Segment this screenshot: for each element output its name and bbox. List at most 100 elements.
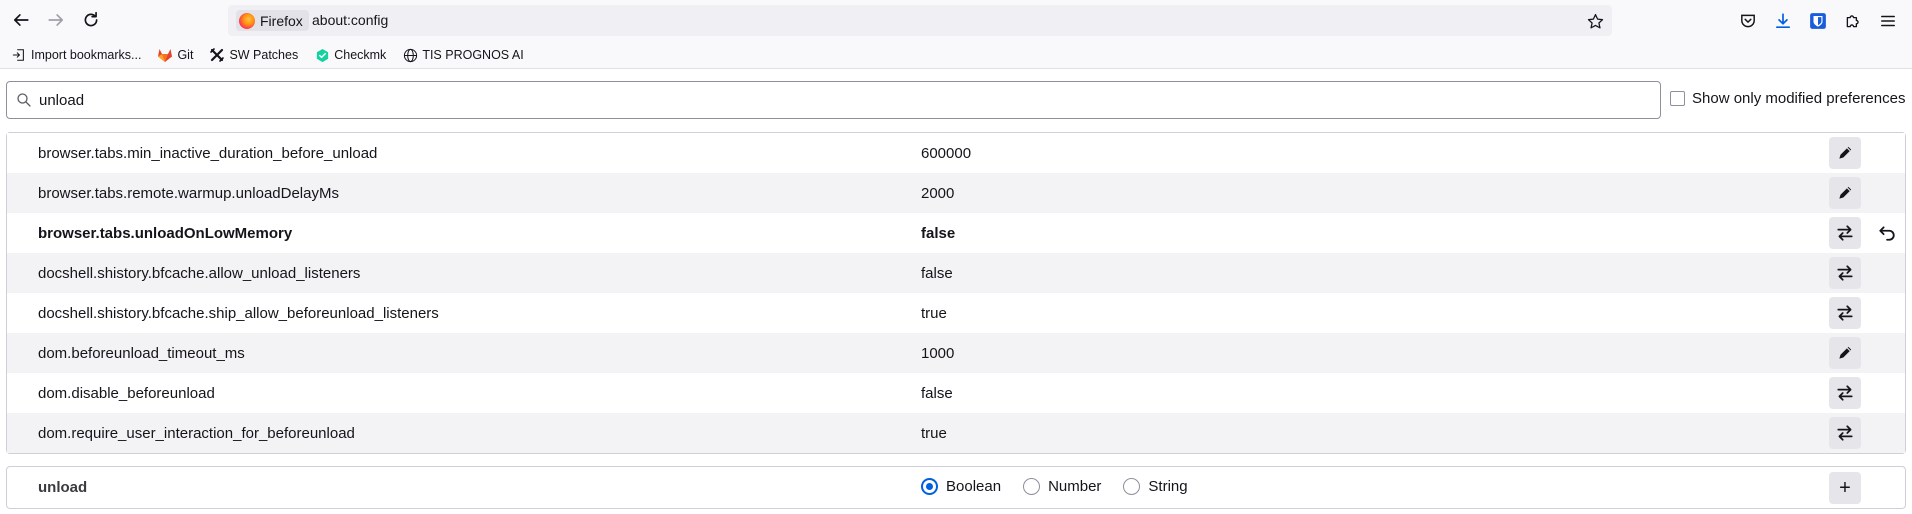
pref-value: true: [921, 304, 947, 322]
pref-value: false: [921, 264, 953, 282]
search-input[interactable]: [39, 82, 1639, 118]
pocket-icon: [1741, 14, 1755, 28]
radio-string[interactable]: String: [1123, 478, 1188, 495]
pencil-icon: [1839, 146, 1852, 159]
edit-pref-button[interactable]: [1829, 337, 1861, 369]
show-modified-label: Show only modified preferences: [1692, 90, 1906, 107]
reload-icon: [84, 11, 98, 27]
add-pref-row: unload Boolean Number String +: [6, 466, 1906, 509]
pencil-icon: [1839, 346, 1852, 359]
radio-button[interactable]: [921, 478, 938, 495]
bookmark-checkmk[interactable]: Checkmk: [311, 44, 389, 66]
pref-name: browser.tabs.unloadOnLowMemory: [38, 224, 293, 242]
checkmk-icon: [314, 47, 330, 63]
bookmark-tis-prognos[interactable]: TIS PROGNOS AI: [399, 44, 526, 66]
forward-arrow-icon: [48, 14, 64, 26]
extensions-button[interactable]: [1840, 8, 1866, 34]
show-modified-checkbox[interactable]: [1670, 91, 1685, 106]
bookmark-git[interactable]: Git: [154, 44, 196, 66]
bookmark-label: TIS PROGNOS AI: [422, 48, 524, 62]
radio-number[interactable]: Number: [1023, 478, 1101, 495]
pref-value: false: [921, 224, 956, 242]
radio-button[interactable]: [1123, 478, 1141, 495]
import-icon: [11, 47, 27, 63]
edit-pref-button[interactable]: [1829, 177, 1861, 209]
reset-pref-button[interactable]: [1871, 217, 1903, 249]
bitwarden-icon: [1810, 13, 1826, 29]
forward-button[interactable]: [41, 5, 71, 35]
bookmark-star-button[interactable]: [1584, 10, 1606, 32]
pocket-button[interactable]: [1735, 8, 1761, 34]
pref-row[interactable]: docshell.shistory.bfcache.allow_unload_l…: [7, 253, 1905, 293]
show-modified-toggle[interactable]: Show only modified preferences: [1670, 90, 1905, 107]
pref-name: dom.require_user_interaction_for_beforeu…: [38, 424, 355, 442]
downloads-button[interactable]: [1770, 8, 1796, 34]
app-menu-button[interactable]: [1875, 8, 1901, 34]
gitlab-icon: [157, 47, 173, 63]
pref-value: 2000: [921, 184, 955, 202]
reload-button[interactable]: [76, 5, 106, 35]
bitwarden-extension-button[interactable]: [1805, 8, 1831, 34]
pref-name: docshell.shistory.bfcache.ship_allow_bef…: [38, 304, 439, 322]
pref-row[interactable]: dom.require_user_interaction_for_beforeu…: [7, 413, 1905, 453]
bookmarks-toolbar: Import bookmarks... Git SW Patches Check…: [0, 42, 1912, 69]
toggle-pref-button[interactable]: [1829, 377, 1861, 409]
search-icon: [17, 93, 31, 107]
identity-label: Firefox: [260, 12, 303, 29]
pref-row[interactable]: browser.tabs.remote.warmup.unloadDelayMs…: [7, 173, 1905, 213]
pref-value: true: [921, 424, 947, 442]
toggle-arrows-icon: [1837, 385, 1853, 401]
radio-label: Number: [1048, 478, 1102, 495]
pref-value: false: [921, 384, 953, 402]
toggle-arrows-icon: [1837, 225, 1853, 241]
search-box[interactable]: [6, 81, 1661, 119]
back-button[interactable]: [6, 5, 36, 35]
pref-value: 1000: [921, 344, 955, 362]
pref-row[interactable]: docshell.shistory.bfcache.ship_allow_bef…: [7, 293, 1905, 333]
toggle-pref-button[interactable]: [1829, 257, 1861, 289]
type-radio-group: Boolean Number String: [921, 478, 1188, 495]
pref-row[interactable]: dom.beforeunload_timeout_ms 1000: [7, 333, 1905, 373]
bookmark-label: Checkmk: [334, 48, 387, 62]
radio-button[interactable]: [1023, 478, 1041, 495]
firefox-logo-icon: [239, 12, 255, 29]
identity-box[interactable]: Firefox: [236, 10, 309, 31]
pencil-icon: [1839, 186, 1852, 199]
pref-row[interactable]: browser.tabs.unloadOnLowMemory false: [7, 213, 1905, 253]
prefs-table: browser.tabs.min_inactive_duration_befor…: [6, 132, 1906, 454]
pref-name: docshell.shistory.bfcache.allow_unload_l…: [38, 264, 361, 282]
radio-label: Boolean: [946, 478, 1002, 495]
pref-name: dom.beforeunload_timeout_ms: [38, 344, 245, 362]
toggle-pref-button[interactable]: [1829, 297, 1861, 329]
toggle-arrows-icon: [1837, 425, 1853, 441]
puzzle-icon: [1846, 15, 1859, 28]
globe-icon: [402, 47, 418, 63]
radio-boolean[interactable]: Boolean: [921, 478, 1001, 495]
hamburger-icon: [1881, 15, 1895, 27]
pref-value: 600000: [921, 144, 972, 162]
bookmark-sw-patches[interactable]: SW Patches: [206, 44, 301, 66]
new-pref-name: unload: [38, 479, 88, 496]
url-text[interactable]: about:config: [312, 12, 388, 28]
toggle-pref-button[interactable]: [1829, 217, 1861, 249]
toggle-arrows-icon: [1837, 265, 1853, 281]
bookmark-label: SW Patches: [229, 48, 299, 62]
undo-icon: [1879, 226, 1895, 241]
back-arrow-icon: [13, 14, 29, 26]
toggle-pref-button[interactable]: [1829, 417, 1861, 449]
bookmark-label: Git: [177, 48, 194, 62]
add-pref-button[interactable]: +: [1829, 472, 1861, 504]
patches-icon: [209, 47, 225, 63]
download-icon: [1775, 13, 1791, 29]
pref-row[interactable]: dom.disable_beforeunload false: [7, 373, 1905, 413]
bookmark-import[interactable]: Import bookmarks...: [8, 44, 144, 66]
star-icon: [1587, 13, 1603, 29]
edit-pref-button[interactable]: [1829, 137, 1861, 169]
radio-label: String: [1148, 478, 1188, 495]
pref-name: dom.disable_beforeunload: [38, 384, 215, 402]
pref-row[interactable]: browser.tabs.min_inactive_duration_befor…: [7, 133, 1905, 173]
bookmark-label: Import bookmarks...: [31, 48, 142, 62]
url-bar[interactable]: Firefox about:config: [228, 5, 1612, 36]
pref-name: browser.tabs.min_inactive_duration_befor…: [38, 144, 378, 162]
pref-name: browser.tabs.remote.warmup.unloadDelayMs: [38, 184, 339, 202]
